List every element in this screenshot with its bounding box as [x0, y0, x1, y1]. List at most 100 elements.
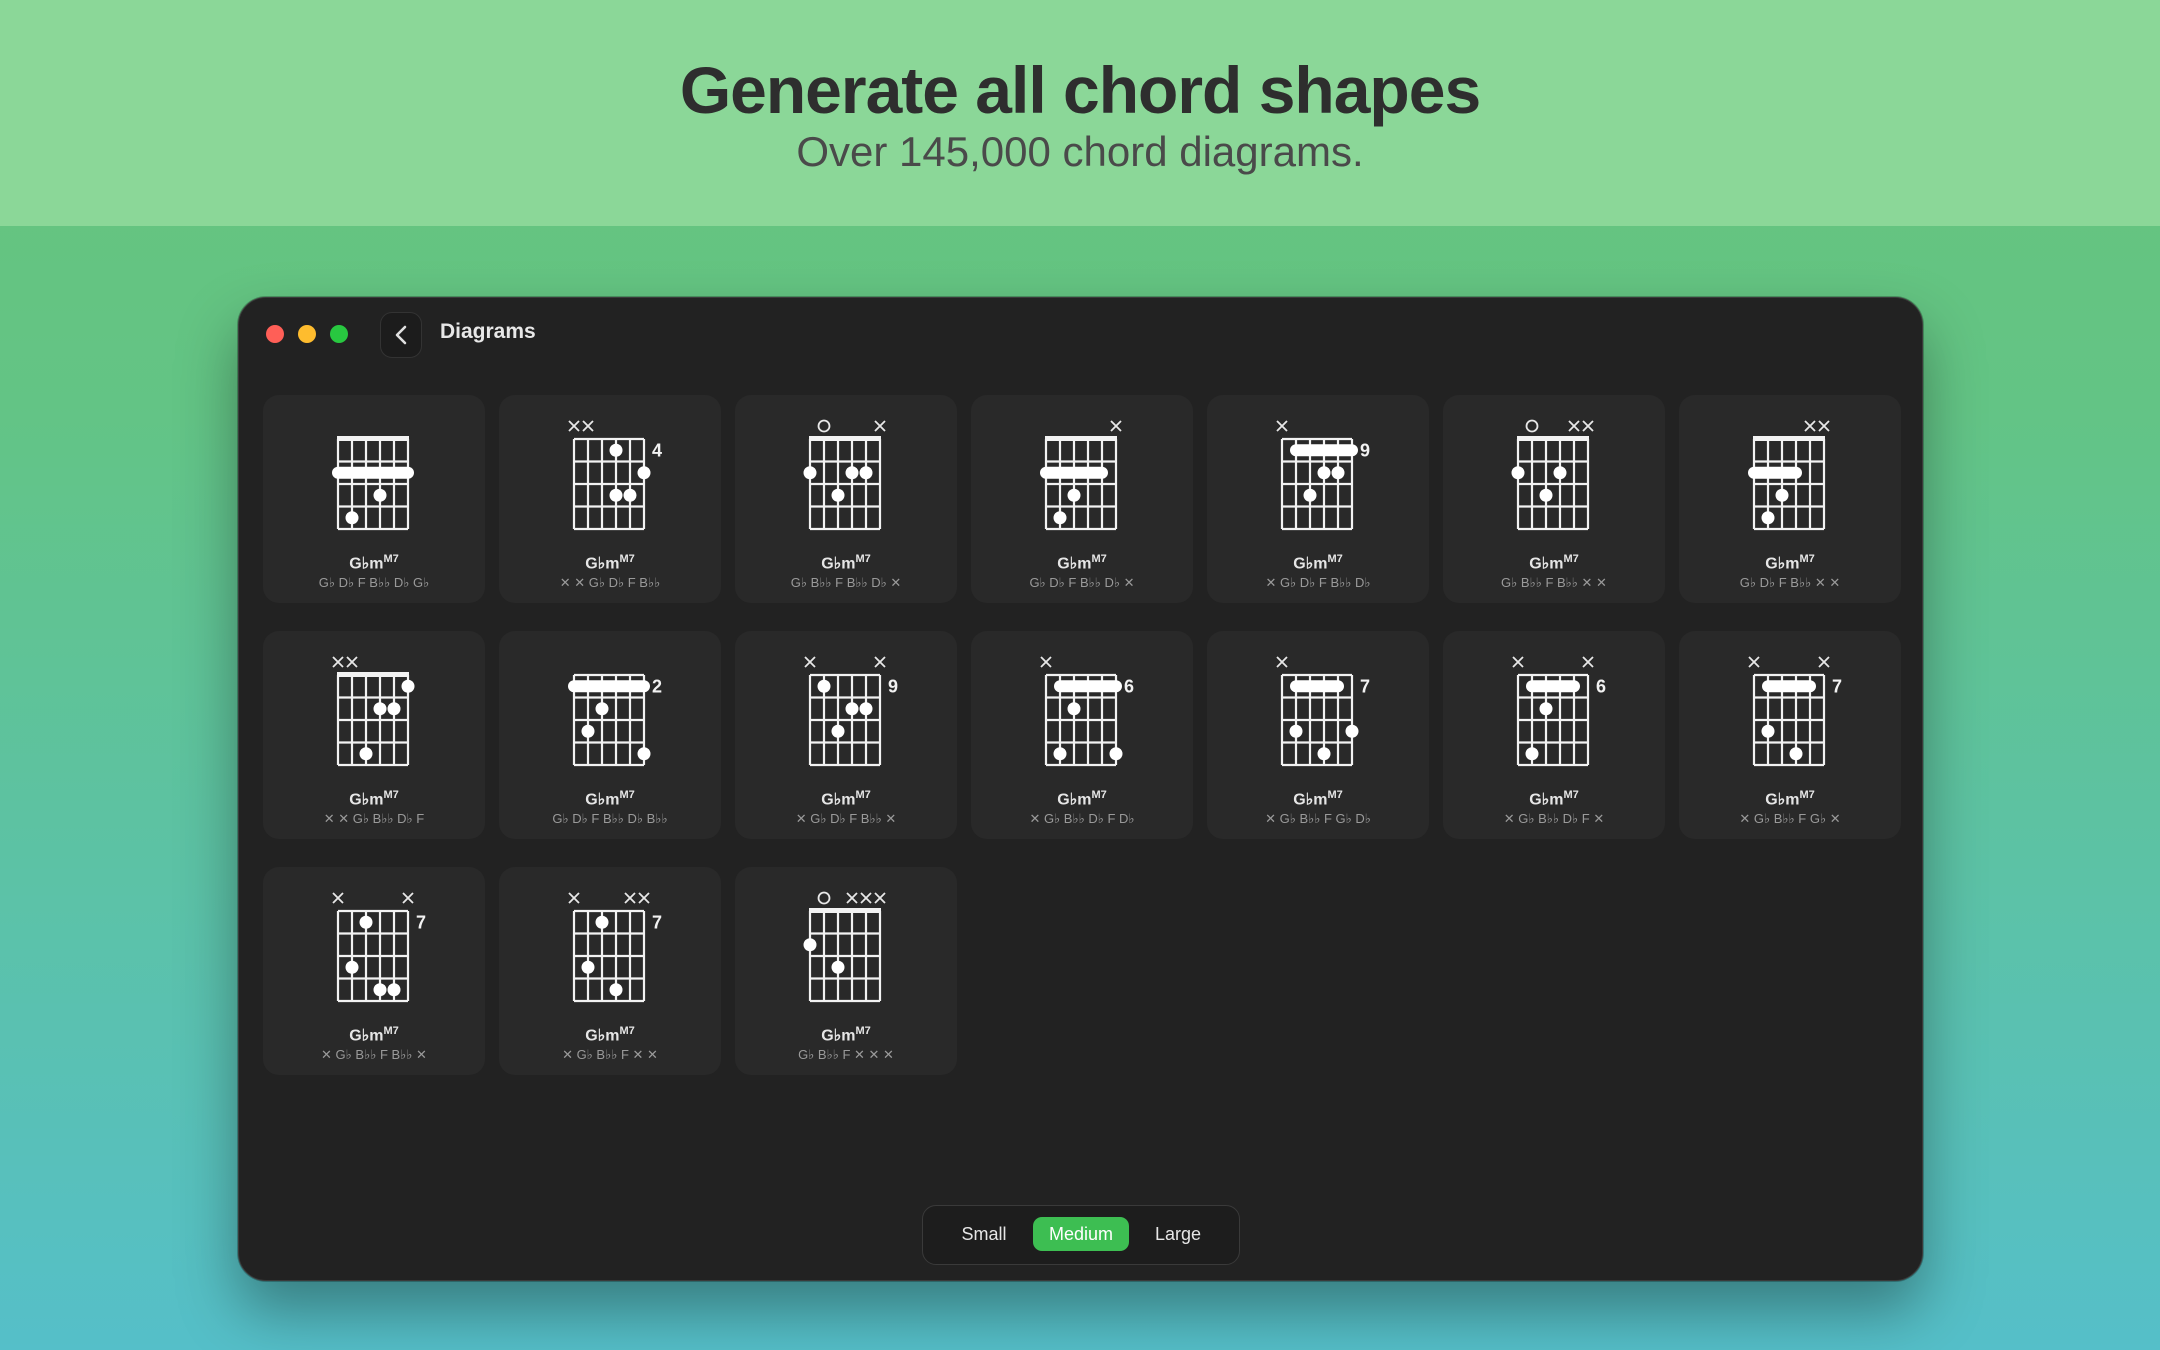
chord-card[interactable]: 6 G♭mM7 ✕ G♭ B♭♭ D♭ F D♭ — [971, 631, 1193, 839]
chord-quality: M7 — [1563, 553, 1579, 565]
muted-string-marker — [860, 892, 872, 904]
muted-string-marker — [1818, 656, 1830, 668]
size-medium-button[interactable]: Medium — [1033, 1217, 1129, 1251]
chord-notes: ✕ G♭ B♭♭ F G♭ D♭ — [1265, 811, 1371, 826]
finger-dot — [581, 724, 595, 738]
chord-notes: G♭ B♭♭ F B♭♭ D♭ ✕ — [790, 575, 902, 590]
chord-name: G♭mM7 — [499, 553, 721, 573]
chord-card[interactable]: 7 G♭mM7 ✕ G♭ B♭♭ F B♭♭ ✕ — [263, 867, 485, 1075]
chord-name: G♭mM7 — [1679, 553, 1901, 573]
chord-root: G♭m — [1057, 555, 1092, 573]
muted-string-marker — [1040, 656, 1052, 668]
nut — [337, 436, 409, 441]
muted-string-marker — [1804, 420, 1816, 432]
finger-dot — [637, 466, 651, 480]
chord-diagram: 7 — [332, 892, 426, 1003]
finger-dot — [373, 702, 387, 716]
chord-root: G♭m — [1765, 791, 1800, 809]
chord-name: G♭mM7 — [1207, 789, 1429, 809]
chord-quality: M7 — [619, 1025, 635, 1037]
chord-card[interactable]: 7 G♭mM7 ✕ G♭ B♭♭ F G♭ D♭ — [1207, 631, 1429, 839]
chord-card[interactable]: G♭mM7 G♭ D♭ F B♭♭ ✕ ✕ — [1679, 395, 1901, 603]
finger-dot — [1525, 747, 1539, 761]
chord-root: G♭m — [349, 791, 384, 809]
finger-dot — [1761, 511, 1775, 525]
fret-number: 4 — [652, 440, 662, 460]
muted-string-marker — [874, 892, 886, 904]
chord-quality: M7 — [619, 789, 635, 801]
muted-string-marker — [568, 892, 580, 904]
finger-dot — [831, 960, 845, 974]
chord-root: G♭m — [1529, 555, 1564, 573]
chord-card[interactable]: 2 G♭mM7 G♭ D♭ F B♭♭ D♭ B♭♭ — [499, 631, 721, 839]
muted-string-marker — [1276, 656, 1288, 668]
minimize-window-button[interactable] — [298, 325, 316, 343]
muted-string-marker — [804, 656, 816, 668]
chord-quality: M7 — [1327, 789, 1343, 801]
chord-quality: M7 — [1327, 553, 1343, 565]
close-window-button[interactable] — [266, 325, 284, 343]
muted-string-marker — [332, 892, 344, 904]
finger-dot — [845, 466, 859, 480]
chord-notes: ✕ ✕ G♭ B♭♭ D♭ F — [323, 811, 425, 826]
chord-notes: G♭ D♭ F B♭♭ ✕ ✕ — [1739, 575, 1841, 590]
finger-dot — [1053, 747, 1067, 761]
chord-diagram: 7 — [1748, 656, 1842, 767]
muted-string-marker — [874, 656, 886, 668]
chord-quality: M7 — [1563, 789, 1579, 801]
chord-root: G♭m — [349, 555, 384, 573]
chord-quality: M7 — [619, 553, 635, 565]
chord-diagram: 9 — [1276, 420, 1370, 531]
muted-string-marker — [346, 656, 358, 668]
muted-string-marker — [624, 892, 636, 904]
chord-card[interactable]: 9 G♭mM7 ✕ G♭ D♭ F B♭♭ ✕ — [735, 631, 957, 839]
chord-card[interactable]: 9 G♭mM7 ✕ G♭ D♭ F B♭♭ D♭ — [1207, 395, 1429, 603]
muted-string-marker — [1568, 420, 1580, 432]
muted-string-marker — [332, 656, 344, 668]
finger-dot — [859, 702, 873, 716]
chord-diagram — [332, 436, 414, 531]
chord-root: G♭m — [1057, 791, 1092, 809]
chord-name: G♭mM7 — [1679, 789, 1901, 809]
chord-root: G♭m — [585, 1027, 620, 1045]
finger-dot — [1067, 488, 1081, 502]
chord-card[interactable]: G♭mM7 G♭ D♭ F B♭♭ D♭ G♭ — [263, 395, 485, 603]
chord-card[interactable]: 6 G♭mM7 ✕ G♭ B♭♭ D♭ F ✕ — [1443, 631, 1665, 839]
chord-card[interactable]: G♭mM7 G♭ B♭♭ F ✕ ✕ ✕ — [735, 867, 957, 1075]
finger-dot — [831, 724, 845, 738]
chord-card[interactable]: G♭mM7 G♭ B♭♭ F B♭♭ ✕ ✕ — [1443, 395, 1665, 603]
chord-card[interactable]: G♭mM7 ✕ ✕ G♭ B♭♭ D♭ F — [263, 631, 485, 839]
finger-dot — [803, 938, 817, 952]
chord-quality: M7 — [1799, 553, 1815, 565]
nut — [1753, 436, 1825, 441]
chord-card[interactable]: G♭mM7 G♭ D♭ F B♭♭ D♭ ✕ — [971, 395, 1193, 603]
chord-quality: M7 — [1091, 789, 1107, 801]
zoom-window-button[interactable] — [330, 325, 348, 343]
size-large-button[interactable]: Large — [1130, 1217, 1226, 1251]
finger-dot — [1775, 488, 1789, 502]
finger-dot — [623, 488, 637, 502]
back-button[interactable] — [380, 312, 422, 358]
chord-card[interactable]: 4 G♭mM7 ✕ ✕ G♭ D♭ F B♭♭ — [499, 395, 721, 603]
chord-notes: G♭ B♭♭ F B♭♭ ✕ ✕ — [1501, 575, 1607, 590]
chord-root: G♭m — [349, 1027, 384, 1045]
finger-dot — [1303, 488, 1317, 502]
muted-string-marker — [874, 420, 886, 432]
chord-card[interactable]: 7 G♭mM7 ✕ G♭ B♭♭ F G♭ ✕ — [1679, 631, 1901, 839]
barre-mark — [1748, 466, 1802, 479]
chord-card[interactable]: 7 G♭mM7 ✕ G♭ B♭♭ F ✕ ✕ — [499, 867, 721, 1075]
finger-dot — [373, 488, 387, 502]
finger-dot — [401, 679, 415, 693]
fret-number: 7 — [1832, 676, 1842, 696]
barre-mark — [1290, 444, 1358, 457]
muted-string-marker — [1276, 420, 1288, 432]
chord-card[interactable]: G♭mM7 G♭ B♭♭ F B♭♭ D♭ ✕ — [735, 395, 957, 603]
chord-name: G♭mM7 — [263, 553, 485, 573]
finger-dot — [859, 466, 873, 480]
finger-dot — [1539, 488, 1553, 502]
size-small-button[interactable]: Small — [936, 1217, 1032, 1251]
fret-number: 2 — [652, 676, 662, 696]
open-string-marker — [817, 419, 831, 433]
chord-root: G♭m — [821, 555, 856, 573]
finger-dot — [1289, 724, 1303, 738]
